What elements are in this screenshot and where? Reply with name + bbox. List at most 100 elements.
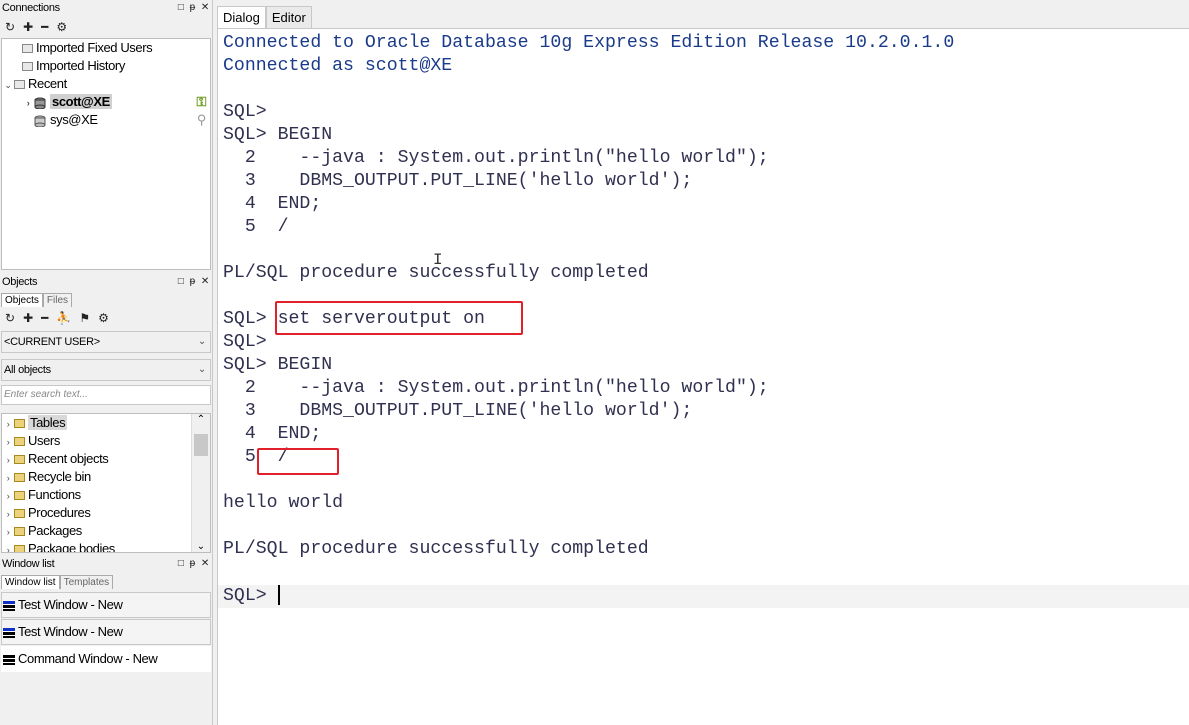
tree-item-users[interactable]: › Users xyxy=(2,432,210,450)
window-item[interactable]: Test Window - New xyxy=(1,592,211,618)
folder-icon xyxy=(14,527,25,537)
objects-title: Objects xyxy=(2,276,38,288)
chevron-right-icon[interactable]: › xyxy=(22,94,34,112)
scroll-thumb[interactable] xyxy=(194,434,208,456)
pin-icon[interactable]: ᵽ xyxy=(190,556,196,572)
folder-icon xyxy=(14,473,25,483)
window-list: Test Window - New Test Window - New Comm… xyxy=(0,592,212,672)
console-line: 2 --java : System.out.println("hello wor… xyxy=(223,148,769,168)
sql-console[interactable]: Connected to Oracle Database 10g Express… xyxy=(217,29,1189,725)
tab-window-list[interactable]: Window list xyxy=(1,575,60,589)
scroll-down-icon[interactable]: ⌄ xyxy=(192,541,210,552)
remove-icon[interactable]: ━ xyxy=(41,20,48,34)
connected-key-icon: ⚿ xyxy=(196,94,207,109)
console-line: PL/SQL procedure successfully completed xyxy=(223,539,649,559)
properties-icon[interactable]: ⚙ xyxy=(56,20,67,34)
console-line: 3 DBMS_OUTPUT.PUT_LINE('hello world'); xyxy=(223,401,693,421)
tab-templates[interactable]: Templates xyxy=(59,575,114,589)
object-filter-select[interactable]: All objects ⌄ xyxy=(1,359,211,381)
objects-toolbar: ↻ ✚ ━ ⛹ ⚑ ⚙ xyxy=(0,307,212,329)
tree-item-packages[interactable]: › Packages xyxy=(2,522,210,540)
refresh-icon[interactable]: ↻ xyxy=(5,20,15,34)
tab-files[interactable]: Files xyxy=(42,293,73,307)
window-item[interactable]: Test Window - New xyxy=(1,619,211,645)
folder-icon xyxy=(14,80,25,90)
tab-objects[interactable]: Objects xyxy=(1,293,43,307)
console-line: hello world xyxy=(223,493,344,513)
connections-tree: Imported Fixed Users Imported History ⌄ R… xyxy=(1,38,211,270)
mouse-ibeam-icon: I xyxy=(433,251,443,269)
console-line: SQL> xyxy=(223,102,267,122)
console-line: SQL> BEGIN xyxy=(223,355,333,375)
console-line: SQL> xyxy=(223,332,267,352)
console-line: 2 --java : System.out.println("hello wor… xyxy=(223,378,769,398)
properties-icon[interactable]: ⚙ xyxy=(98,311,109,325)
console-line: Connected to Oracle Database 10g Express… xyxy=(223,33,955,53)
folder-icon xyxy=(22,62,33,72)
objects-tabs: Objects Files xyxy=(0,290,212,307)
folder-icon xyxy=(14,455,25,465)
tab-dialog[interactable]: Dialog xyxy=(217,6,266,28)
find-icon[interactable]: ⛹ xyxy=(56,311,71,325)
tree-item-recent-objects[interactable]: › Recent objects xyxy=(2,450,210,468)
window-list-tabs: Window list Templates xyxy=(0,572,212,589)
tree-item-tables[interactable]: › Tables xyxy=(2,414,210,432)
connection-item[interactable]: ⌄ Recent xyxy=(2,75,210,93)
folder-icon xyxy=(14,545,25,552)
close-icon[interactable]: ✕ xyxy=(201,274,209,290)
connections-panel-title: Connections □ ᵽ ✕ xyxy=(0,0,212,16)
command-window: Dialog Editor Connected to Oracle Databa… xyxy=(217,0,1189,725)
test-window-icon xyxy=(3,600,15,611)
editor-tabs: Dialog Editor xyxy=(217,0,1189,29)
connection-item[interactable]: Imported Fixed Users xyxy=(2,39,210,57)
tree-item-recycle-bin[interactable]: › Recycle bin xyxy=(2,468,210,486)
connection-item[interactable]: Imported History xyxy=(2,57,210,75)
chevron-down-icon: ⌄ xyxy=(197,336,206,347)
tree-item-package-bodies[interactable]: › Package bodies xyxy=(2,540,210,552)
window-item-active[interactable]: Command Window - New xyxy=(1,646,211,672)
close-icon[interactable]: ✕ xyxy=(201,556,209,572)
console-line: 5 / xyxy=(223,217,289,237)
console-prompt-line[interactable]: SQL> xyxy=(223,585,280,608)
window-list-title: Window list xyxy=(2,558,55,570)
tab-editor[interactable]: Editor xyxy=(265,6,312,28)
add-icon[interactable]: ✚ xyxy=(23,20,33,34)
objects-tree: › Tables › Users › Recent objects › Recycle … xyxy=(1,413,211,553)
console-line: 4 END; xyxy=(223,194,322,214)
folder-icon xyxy=(14,437,25,447)
objects-panel-title: Objects □ ᵽ ✕ xyxy=(0,274,212,290)
database-icon xyxy=(34,97,46,109)
close-icon[interactable]: ✕ xyxy=(201,0,209,16)
filter-icon[interactable]: ⚑ xyxy=(79,311,90,325)
connection-item[interactable]: › scott@XE ⚿ xyxy=(2,93,210,111)
current-line-highlight xyxy=(218,585,1189,608)
user-select[interactable]: <CURRENT USER> ⌄ xyxy=(1,331,211,353)
tree-item-procedures[interactable]: › Procedures xyxy=(2,504,210,522)
test-window-icon xyxy=(3,627,15,638)
connection-item[interactable]: sys@XE ⚲ xyxy=(2,111,210,129)
console-line: 4 END; xyxy=(223,424,322,444)
database-icon xyxy=(34,115,46,127)
restore-icon[interactable]: □ xyxy=(178,274,184,290)
console-line: SQL> BEGIN xyxy=(223,125,333,145)
highlight-box xyxy=(275,301,523,335)
add-icon[interactable]: ✚ xyxy=(23,311,33,325)
text-caret xyxy=(277,585,280,606)
pin-icon[interactable]: ᵽ xyxy=(190,0,196,16)
remove-icon[interactable]: ━ xyxy=(41,311,48,325)
restore-icon[interactable]: □ xyxy=(178,556,184,572)
folder-icon xyxy=(14,419,25,429)
restore-icon[interactable]: □ xyxy=(178,0,184,16)
objects-scrollbar[interactable]: ⌃ ⌄ xyxy=(191,414,210,552)
folder-icon xyxy=(14,509,25,519)
object-search-input[interactable]: Enter search text... xyxy=(1,385,211,405)
chevron-down-icon[interactable]: ⌄ xyxy=(2,76,14,94)
connections-title: Connections xyxy=(2,2,60,14)
refresh-icon[interactable]: ↻ xyxy=(5,311,15,325)
command-window-icon xyxy=(3,654,15,665)
folder-icon xyxy=(22,44,33,54)
window-list-panel-title: Window list □ ᵽ ✕ xyxy=(0,556,212,572)
scroll-up-icon[interactable]: ⌃ xyxy=(192,414,210,425)
tree-item-functions[interactable]: › Functions xyxy=(2,486,210,504)
pin-icon[interactable]: ᵽ xyxy=(190,274,196,290)
